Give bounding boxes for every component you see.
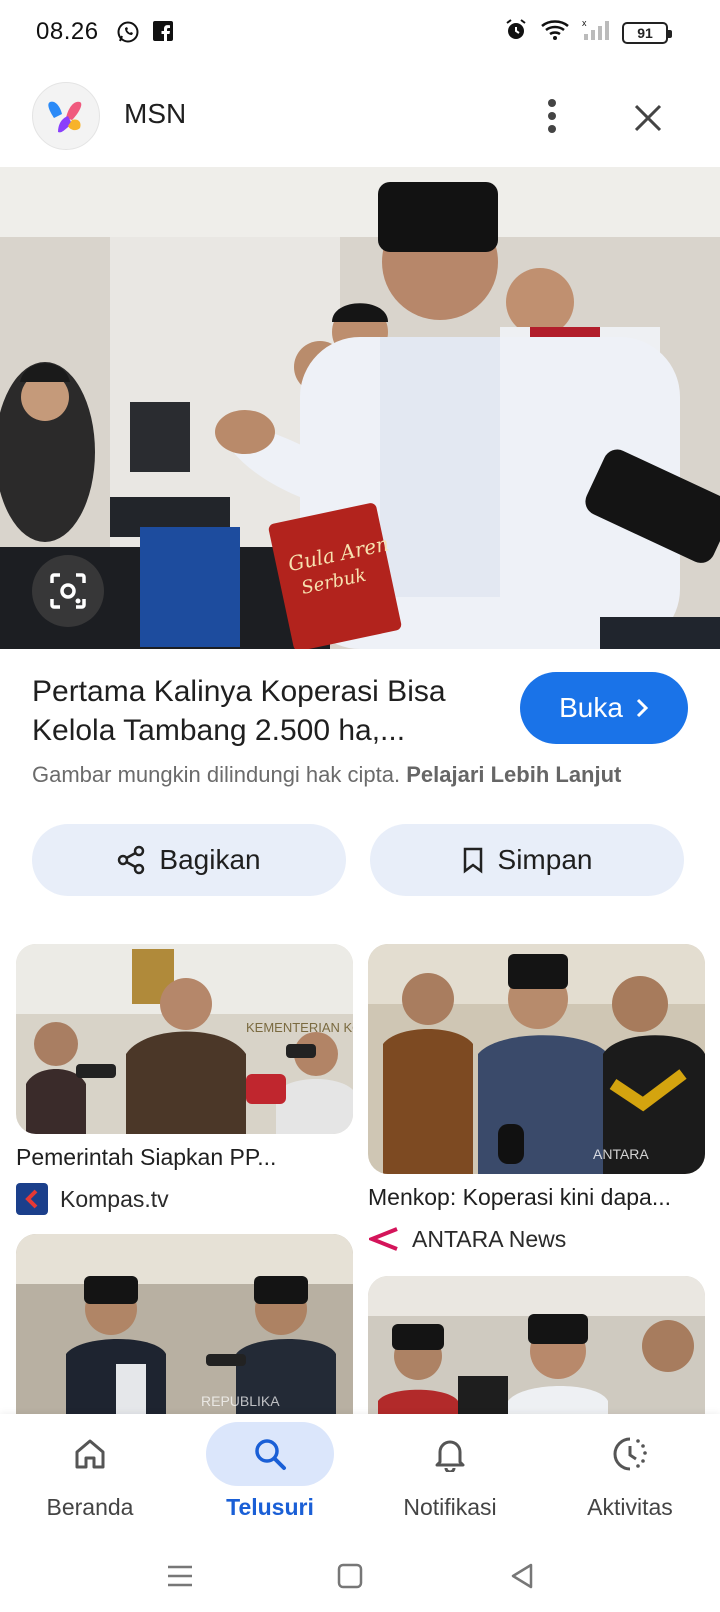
google-lens-icon (50, 573, 86, 609)
app-title: MSN (124, 98, 187, 129)
more-vert-icon (548, 99, 556, 133)
related-card-image (368, 1276, 705, 1414)
related-card[interactable]: REPUBLIKA (16, 1234, 353, 1414)
open-button-label: Buka (559, 692, 623, 723)
app-header: MSN (0, 76, 720, 156)
nav-pill (566, 1422, 694, 1486)
svg-text:KEMENTERIAN KOORDINATOR: KEMENTERIAN KOORDINATOR (246, 1020, 353, 1035)
nav-label: Beranda (46, 1494, 134, 1520)
article-title[interactable]: Pertama Kalinya Koperasi Bisa Kelola Tam… (32, 672, 492, 750)
search-icon (255, 1439, 286, 1470)
related-card-title: Pemerintah Siapkan PP... (16, 1144, 277, 1170)
related-card-source: Kompas.tv (16, 1183, 353, 1215)
home-icon (75, 1439, 105, 1469)
related-card[interactable]: ANTARA Menkop: Koperasi kini dapa... ANT… (368, 944, 705, 1255)
bookmark-icon (463, 847, 482, 874)
square-icon (337, 1563, 363, 1589)
related-card[interactable]: KEMENTERIAN KOORDINATOR Pemerintah Siapk… (16, 944, 353, 1215)
facebook-icon (152, 20, 176, 44)
nav-item-beranda[interactable]: Beranda (0, 1422, 180, 1532)
google-lens-button[interactable] (32, 555, 104, 627)
close-icon (634, 104, 662, 132)
source-name: ANTARA News (412, 1225, 567, 1252)
svg-text:ANTARA: ANTARA (593, 1146, 649, 1162)
share-button[interactable]: Bagikan (32, 824, 346, 896)
back-button[interactable] (502, 1556, 542, 1596)
save-button[interactable]: Simpan (370, 824, 684, 896)
nav-label: Aktivitas (587, 1494, 673, 1520)
save-label: Simpan (497, 844, 593, 875)
recents-button[interactable] (160, 1556, 200, 1596)
menu-icon (168, 1565, 192, 1587)
cell-signal-icon: x (582, 18, 610, 47)
nav-pill (26, 1422, 154, 1486)
home-button[interactable] (330, 1556, 370, 1596)
chevron-right-icon (636, 698, 649, 718)
learn-more-link[interactable]: Pelajari Lebih Lanjut (406, 762, 621, 787)
status-right-icons: x 91 (504, 18, 672, 47)
status-bar: 08.26 x 91 (0, 0, 720, 66)
whatsapp-icon (116, 20, 140, 44)
close-button[interactable] (624, 94, 672, 142)
copyright-text: Gambar mungkin dilindungi hak cipta. (32, 762, 401, 787)
wifi-icon (540, 18, 570, 47)
nav-label: Notifikasi (403, 1494, 497, 1520)
antara-logo-icon (368, 1223, 400, 1255)
related-card-image: ANTARA (368, 944, 705, 1174)
back-triangle-icon (511, 1563, 533, 1589)
open-button[interactable]: Buka (520, 672, 688, 744)
activity-icon (613, 1437, 647, 1471)
share-icon (118, 845, 145, 875)
share-label: Bagikan (159, 844, 261, 875)
bell-icon (435, 1440, 465, 1472)
svg-text:x: x (582, 18, 587, 28)
related-card[interactable] (368, 1276, 705, 1414)
msn-logo-icon (32, 82, 100, 150)
copyright-notice: Gambar mungkin dilindungi hak cipta. Pel… (32, 762, 621, 788)
nav-pill (206, 1422, 334, 1486)
related-card-image: KEMENTERIAN KOORDINATOR (16, 944, 353, 1134)
nav-label: Telusuri (226, 1494, 314, 1520)
nav-pill (386, 1422, 514, 1486)
related-card-title: Menkop: Koperasi kini dapa... (368, 1184, 672, 1210)
related-card-source: ANTARA News (368, 1223, 705, 1255)
hero-image[interactable]: Gula Aren Serbuk (0, 167, 720, 649)
more-options-button[interactable] (530, 94, 574, 138)
bottom-navigation: Beranda Telusuri Notifikasi Aktivitas (0, 1414, 720, 1536)
kompas-tv-logo-icon (16, 1183, 48, 1215)
battery-indicator: 91 (622, 21, 672, 44)
nav-item-telusuri[interactable]: Telusuri (180, 1422, 360, 1532)
system-navigation-bar (0, 1536, 720, 1612)
nav-item-aktivitas[interactable]: Aktivitas (540, 1422, 720, 1532)
alarm-icon (504, 18, 528, 47)
status-time: 08.26 (36, 18, 99, 45)
nav-item-notifikasi[interactable]: Notifikasi (360, 1422, 540, 1532)
related-card-image: REPUBLIKA (16, 1234, 353, 1414)
source-name: Kompas.tv (60, 1185, 169, 1212)
svg-text:REPUBLIKA: REPUBLIKA (201, 1393, 280, 1409)
